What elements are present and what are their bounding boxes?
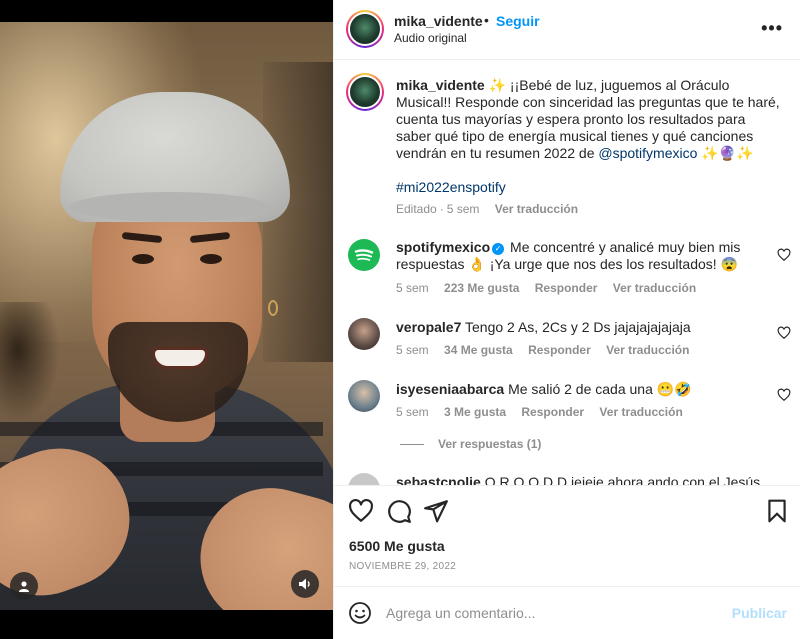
comment-like-heart-icon[interactable] [777,388,791,402]
post-date: NOVIEMBRE 29, 2022 [349,561,457,572]
caption-mention[interactable]: @spotifymexico [598,145,697,161]
translate-button[interactable]: Ver traducción [606,343,689,357]
comment-bubble-icon[interactable] [386,498,412,524]
smiley-icon[interactable] [348,601,372,625]
heart-icon[interactable] [348,498,374,524]
post-username[interactable]: mika_vidente [394,13,483,29]
follow-button[interactable]: Seguir [496,13,540,29]
comment-username[interactable]: spotifymexico [396,239,490,255]
post-media[interactable] [0,0,333,639]
header-separator: • [484,12,489,28]
tagged-users-button[interactable] [10,572,38,600]
view-replies-button[interactable]: Ver respuestas (1) [400,437,541,451]
comment-text: Tengo 2 As, 2Cs y 2 Ds jajajajajajaja [465,319,691,335]
post-panel: mika_vidente • Seguir Audio original •••… [333,0,800,639]
likes-count[interactable]: 6500 Me gusta [349,538,445,554]
comment-avatar[interactable] [348,318,380,350]
edited-label: Editado [396,202,437,216]
comment-text: Q R Q Q D D jejeje ahora ando con el Jes… [484,474,761,485]
more-horizontal-icon[interactable]: ••• [761,18,783,39]
audio-toggle-button[interactable] [291,570,319,598]
comment-username[interactable]: veropale7 [396,319,461,335]
comment-time: 5 sem [396,343,429,357]
reply-button[interactable]: Responder [528,343,591,357]
comment-username[interactable]: sebastcnolie [396,474,481,485]
comment-username[interactable]: isyeseniaabarca [396,381,504,397]
translate-button[interactable]: Ver traducción [599,405,682,419]
comment-likes[interactable]: 223 Me gusta [444,281,519,295]
comment-avatar[interactable] [348,380,380,412]
comment-text: Me salió 2 de cada una 😬🤣 [508,381,692,397]
media-top-strip [0,0,333,22]
spotify-logo-icon [354,249,374,261]
caption-username[interactable]: mika_vidente [396,77,485,93]
comment-likes[interactable]: 3 Me gusta [444,405,506,419]
comment-composer: Publicar [334,586,800,639]
speaker-icon [299,578,310,590]
post-header: mika_vidente • Seguir Audio original ••• [334,0,800,60]
spotify-avatar[interactable] [348,239,380,271]
bookmark-icon[interactable] [764,498,790,524]
translate-button[interactable]: Ver traducción [613,281,696,295]
paper-plane-icon[interactable] [423,498,449,524]
comment-time: 5 sem [396,281,429,295]
comment-like-heart-icon[interactable] [777,326,791,340]
publish-button[interactable]: Publicar [732,605,787,621]
post-actions: 6500 Me gusta NOVIEMBRE 29, 2022 [334,485,800,585]
avatar[interactable] [346,10,384,48]
verified-badge-icon: ✓ [492,243,505,255]
caption-meta: Editado · 5 sem Ver traducción [396,202,579,216]
comment-like-heart-icon[interactable] [777,248,791,262]
caption-time: 5 sem [446,202,480,216]
reply-button[interactable]: Responder [535,281,598,295]
caption-emoji: ✨🔮✨ [697,145,754,161]
video-frame[interactable] [0,22,333,610]
comment-avatar[interactable] [348,473,380,485]
replies-divider [400,444,424,445]
audio-link[interactable]: Audio original [394,31,467,45]
comment-likes[interactable]: 34 Me gusta [444,343,513,357]
comment-input[interactable] [386,599,716,627]
user-icon [19,581,29,592]
caption-hashtag[interactable]: #mi2022enspotify [396,179,506,195]
comments-list[interactable]: mika_vidente ✨ ¡¡Bebé de luz, juguemos a… [334,61,800,485]
caption-translate-button[interactable]: Ver traducción [495,202,578,216]
caption-avatar[interactable] [346,73,384,111]
comment-time: 5 sem [396,405,429,419]
reply-button[interactable]: Responder [521,405,584,419]
